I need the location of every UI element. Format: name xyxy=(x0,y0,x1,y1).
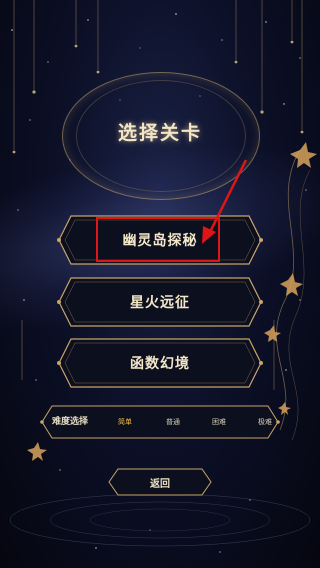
level-button-3[interactable]: 函数幻境 xyxy=(57,337,263,389)
leaf-icon xyxy=(280,273,303,296)
difficulty-label: 难度选择 xyxy=(52,417,89,427)
level-button-label: 星火远征 xyxy=(130,295,190,311)
selected-level-highlight xyxy=(96,217,220,262)
difficulty-option-easy[interactable]: 简单 xyxy=(118,404,132,440)
leaf-icon xyxy=(264,325,281,342)
difficulty-option-extreme[interactable]: 极难 xyxy=(258,404,272,440)
level-button-label: 函数幻境 xyxy=(130,356,190,372)
leaf-icon xyxy=(27,442,47,461)
difficulty-option-hard[interactable]: 困难 xyxy=(212,404,226,440)
back-button[interactable]: 返回 xyxy=(108,468,212,496)
difficulty-option-normal[interactable]: 普通 xyxy=(166,404,180,440)
leaf-icon xyxy=(290,142,317,168)
back-button-label: 返回 xyxy=(150,478,170,490)
page-title: 选择关卡 xyxy=(117,122,202,144)
difficulty-selector: 难度选择 简单 普通 困难 极难 xyxy=(40,404,280,440)
level-button-2[interactable]: 星火远征 xyxy=(57,276,263,328)
